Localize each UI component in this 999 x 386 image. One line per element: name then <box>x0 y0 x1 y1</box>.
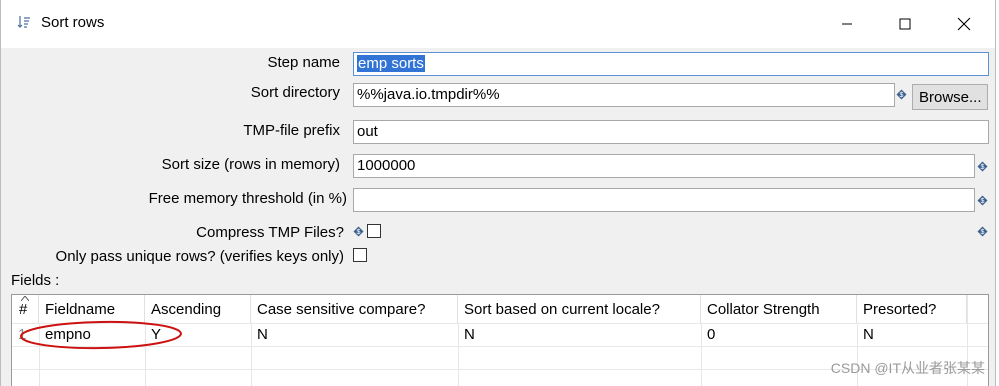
browse-button[interactable]: Browse... <box>912 84 988 110</box>
variable-icon[interactable]: $ <box>977 226 988 237</box>
tmp-prefix-value: out <box>357 123 378 140</box>
unique-rows-label: Only pass unique rows? (verifies keys on… <box>55 248 344 265</box>
svg-text:$: $ <box>981 198 985 205</box>
tmp-prefix-label: TMP-file prefix <box>243 122 340 139</box>
cell-locale[interactable]: N <box>458 324 701 346</box>
sort-size-input[interactable]: 1000000 <box>353 154 975 178</box>
svg-text:$: $ <box>357 229 361 236</box>
variable-icon[interactable]: $ <box>977 195 988 206</box>
col-header-presorted[interactable]: Presorted? <box>857 295 967 323</box>
col-header-case-sensitive[interactable]: Case sensitive compare? <box>251 295 458 323</box>
sort-directory-input[interactable]: %%java.io.tmpdir%% <box>353 83 895 107</box>
close-icon <box>957 17 971 31</box>
unique-rows-checkbox[interactable] <box>353 248 367 262</box>
sort-directory-label: Sort directory <box>250 84 340 101</box>
col-header-collator[interactable]: Collator Strength <box>701 295 857 323</box>
variable-icon[interactable]: $ <box>353 226 364 237</box>
tmp-prefix-input[interactable]: out <box>353 120 989 144</box>
window-title: Sort rows <box>41 14 105 31</box>
watermark: CSDN @IT从业者张某某 <box>830 360 985 376</box>
sort-size-label: Sort size (rows in memory) <box>161 156 340 173</box>
col-header-locale[interactable]: Sort based on current locale? <box>458 295 701 323</box>
maximize-button[interactable] <box>882 8 928 40</box>
sort-icon <box>17 16 30 28</box>
col-header-index-label: # <box>19 301 28 318</box>
compress-tmp-checkbox[interactable] <box>367 224 381 238</box>
free-memory-label: Free memory threshold (in %) <box>148 190 347 207</box>
annotation-ellipse <box>20 320 182 350</box>
svg-text:$: $ <box>981 229 985 236</box>
compress-tmp-label: Compress TMP Files? <box>196 224 344 241</box>
sort-rows-dialog: Sort rows Step name emp sorts Sort direc… <box>0 0 996 386</box>
step-name-label: Step name <box>267 54 340 71</box>
variable-icon[interactable]: $ <box>896 89 907 100</box>
close-button[interactable] <box>941 8 987 40</box>
svg-text:$: $ <box>900 92 904 99</box>
svg-text:$: $ <box>981 164 985 171</box>
cell-presorted[interactable]: N <box>857 324 967 346</box>
variable-icon[interactable]: $ <box>977 161 988 172</box>
minimize-icon <box>842 23 852 25</box>
sort-size-value: 1000000 <box>357 157 416 174</box>
cell-case-sensitive[interactable]: N <box>251 324 458 346</box>
sort-directory-value: %%java.io.tmpdir%% <box>357 86 500 103</box>
minimize-button[interactable] <box>824 8 870 40</box>
fields-section-label: Fields : <box>11 272 60 289</box>
step-name-value: emp sorts <box>357 55 425 72</box>
maximize-icon <box>899 18 911 30</box>
sort-up-icon <box>21 296 29 301</box>
cell-collator[interactable]: 0 <box>701 324 857 346</box>
free-memory-input[interactable] <box>353 188 975 212</box>
title-bar: Sort rows <box>1 0 995 48</box>
step-name-input[interactable]: emp sorts <box>353 52 989 76</box>
